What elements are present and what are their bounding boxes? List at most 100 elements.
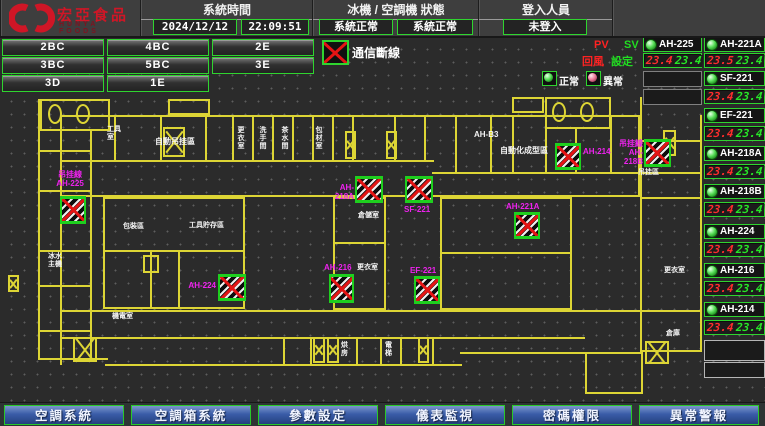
nav-ahu-system[interactable]: 空調箱系統 — [131, 405, 251, 425]
nav-parameter-setup[interactable]: 參數設定 — [258, 405, 378, 425]
wall — [60, 160, 434, 162]
ahu-marker-icon[interactable] — [644, 139, 671, 167]
wall — [490, 115, 492, 173]
unit-ah-225[interactable]: AH-225 — [643, 37, 702, 52]
floor-button-1e[interactable]: 1E — [107, 75, 209, 92]
sv-value: 23.4 — [734, 204, 764, 216]
wall — [38, 190, 92, 192]
wall — [38, 285, 92, 287]
wall — [178, 250, 180, 309]
floor-button-3d[interactable]: 3D — [2, 75, 104, 92]
status-led-icon — [706, 186, 718, 198]
unit-name: AH-218A — [720, 148, 762, 159]
status-led-icon — [706, 226, 718, 238]
nav-meter-monitor[interactable]: 儀表監視 — [385, 405, 505, 425]
unit-ah-218a[interactable]: AH-218A — [704, 146, 765, 161]
floor-button-2bc[interactable]: 2BC — [2, 39, 104, 56]
wall — [512, 115, 514, 173]
ahu-marker-label: AH-216 — [324, 263, 358, 272]
pv-value: 23.4 — [705, 128, 735, 140]
pv-value: 23.4 — [705, 322, 735, 334]
ahu-marker-icon[interactable] — [329, 274, 354, 303]
wall — [333, 242, 386, 244]
abnormal-led-icon — [586, 71, 601, 86]
sv-value: 23.4 — [673, 55, 703, 67]
ahu-marker-icon[interactable] — [355, 176, 383, 203]
floor-button-4bc[interactable]: 4BC — [107, 39, 209, 56]
stair-icon — [327, 337, 339, 363]
chiller-status-label: 冰機 / 空調機 狀態 — [313, 1, 479, 20]
nav-password-auth[interactable]: 密碼權限 — [512, 405, 632, 425]
wall — [60, 115, 62, 365]
unit-ah-221a-values: 23.523.4 — [704, 53, 765, 68]
unit-ah-224[interactable]: AH-224 — [704, 224, 765, 239]
stair-icon — [345, 131, 356, 159]
system-time-section: 系統時間 2024/12/12 22:09:51 — [140, 0, 313, 36]
empty-slot — [643, 71, 702, 87]
ahu-marker-label: 吊挂線 AH-218B — [610, 139, 643, 166]
wall — [272, 115, 274, 161]
system-time-value: 22:09:51 — [241, 19, 309, 35]
floor-button-2e[interactable]: 2E — [212, 39, 314, 56]
room-label: 烘房 — [341, 342, 350, 358]
ahu-marker-icon[interactable] — [218, 274, 246, 301]
status-led-icon — [706, 265, 718, 277]
floor-button-3bc[interactable]: 3BC — [2, 57, 104, 74]
sv-name-label: 設定 — [611, 53, 633, 69]
empty-slot — [704, 362, 765, 378]
brand-logo-icon — [9, 3, 55, 33]
unit-ah-216-values: 23.423.4 — [704, 281, 765, 296]
wall — [432, 337, 434, 365]
ahu-marker-icon[interactable] — [60, 196, 86, 224]
normal-label: 正常 — [559, 73, 579, 88]
pv-value: 23.4 — [705, 244, 735, 256]
unit-ah-218a-values: 23.423.4 — [704, 164, 765, 179]
unit-ah-216[interactable]: AH-216 — [704, 263, 765, 278]
wall — [332, 115, 334, 161]
empty-slot — [643, 89, 702, 105]
ahu-marker-icon[interactable] — [414, 276, 440, 304]
unit-ah-214-values: 23.423.4 — [704, 320, 765, 335]
sv-value: 23.4 — [734, 166, 764, 178]
ahu-marker-icon[interactable] — [405, 176, 433, 203]
stair-icon — [645, 341, 669, 364]
brand-subtitle: HUNYA FOODS — [59, 21, 141, 35]
status-led-icon — [706, 73, 718, 85]
nav-alarm[interactable]: 異常警報 — [639, 405, 759, 425]
ahu-marker-label: AH-214 — [583, 147, 613, 156]
system-date-value: 2024/12/12 — [153, 19, 237, 35]
wall — [424, 115, 426, 161]
nav-ac-system[interactable]: 空調系統 — [4, 405, 124, 425]
stair-icon — [418, 337, 429, 363]
wall — [356, 337, 358, 365]
room-label: 洗手間 — [258, 126, 266, 150]
unit-name: AH-216 — [720, 265, 754, 276]
wall — [283, 337, 285, 365]
unit-ah-221a[interactable]: AH-221A — [704, 37, 765, 52]
room-label: 更衣室 — [357, 264, 381, 272]
abnormal-label: 異常 — [603, 73, 623, 88]
room-label: 冰水主機 — [48, 253, 64, 269]
sv-value: 23.4 — [734, 322, 764, 334]
floor-button-5bc[interactable]: 5BC — [107, 57, 209, 74]
unit-name: SF-221 — [720, 73, 753, 84]
sv-value: 23.4 — [734, 244, 764, 256]
stair-icon — [73, 337, 97, 362]
unit-name: AH-221A — [720, 39, 762, 50]
ahu-marker-icon[interactable] — [555, 143, 581, 170]
unit-ah-218b[interactable]: AH-218B — [704, 184, 765, 199]
comm-fail-label: 通信斷線 — [352, 44, 400, 61]
unit-name: AH-218B — [720, 186, 762, 197]
unit-sf-221[interactable]: SF-221 — [704, 71, 765, 86]
wall — [512, 97, 544, 113]
unit-ah-214[interactable]: AH-214 — [704, 302, 765, 317]
unit-ah-224-values: 23.423.4 — [704, 242, 765, 257]
pv-value: 23.4 — [705, 166, 735, 178]
room-label: 吊挂區 — [638, 169, 662, 177]
room-label: 工具貯存區 — [189, 222, 233, 230]
room-label: 自動吊挂區 — [155, 138, 203, 146]
ahu-marker-icon[interactable] — [514, 212, 540, 239]
floor-button-3e[interactable]: 3E — [212, 57, 314, 74]
status-led-icon — [706, 148, 718, 160]
unit-ef-221[interactable]: EF-221 — [704, 108, 765, 123]
